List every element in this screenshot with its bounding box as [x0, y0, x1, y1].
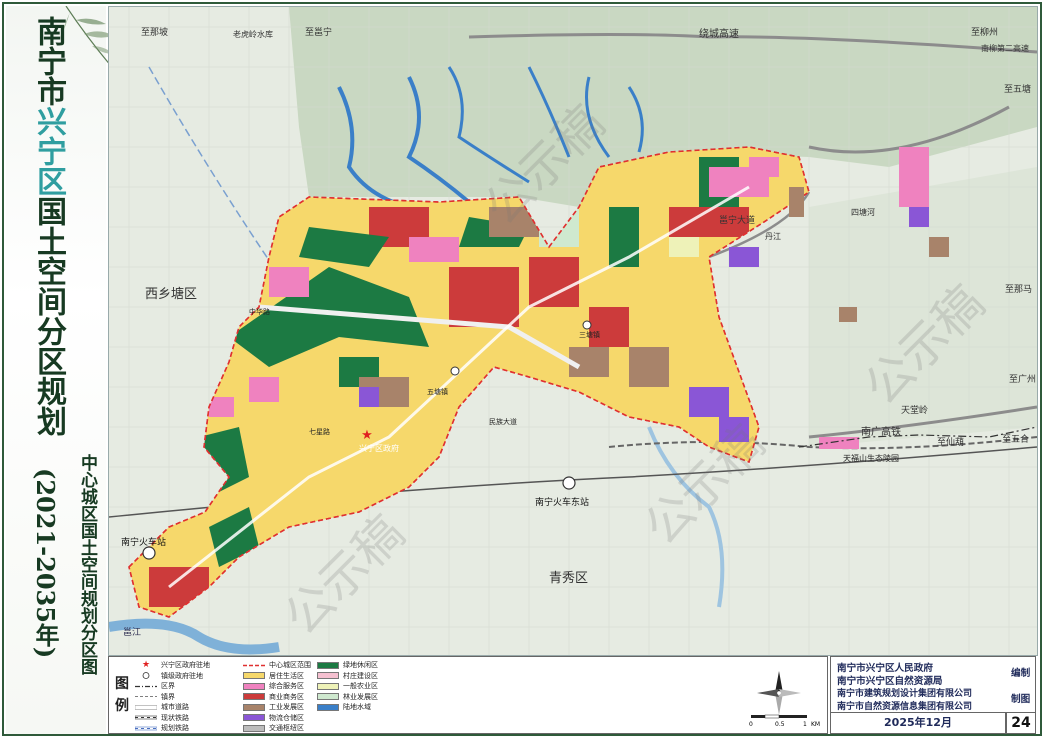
credit-bureau: 南宁市兴宁区自然资源局	[837, 676, 943, 687]
legend-item: 中心城区范围	[243, 660, 311, 671]
legend-item: 交通枢纽区	[243, 723, 311, 734]
road-label-liuzhou: 至柳州	[971, 28, 999, 38]
road-label-nanguang-rail: 南广高铁	[861, 427, 901, 438]
swatch-commercial	[243, 693, 265, 701]
swatch-transport-hub	[243, 724, 265, 732]
nanning-east-station-icon[interactable]	[562, 476, 576, 490]
swatch-residential	[243, 672, 265, 680]
road-label-nanliu: 南柳第二高速	[981, 44, 1029, 53]
title-plan: 国土空间分区规划	[31, 196, 66, 436]
legend-item: 商业商务区	[243, 692, 311, 703]
road-label-wuhe: 至五合	[1002, 435, 1030, 445]
district-boundary-icon	[135, 683, 157, 690]
legend-col-2: 中心城区范围 居住生活区 综合服务区 商业商务区 工业发展区 物流仓储区 交通枢…	[243, 660, 311, 734]
scale-unit: KM	[811, 721, 821, 728]
page-number: 24	[1006, 712, 1036, 734]
map-canvas[interactable]: ★ 西乡塘区 青秀区 至那坡 至邕宁 绕城高速 至柳州 南柳第二高速 至五塘 至…	[108, 6, 1038, 656]
legend-item: 镇级政府驻地	[135, 671, 210, 682]
existing-rail-icon	[134, 714, 158, 721]
credits-panel: 南宁市兴宁区人民政府 南宁市兴宁区自然资源局 南宁市建筑规划设计集团有限公司 南…	[830, 656, 1036, 712]
legend-title: 图例	[115, 676, 129, 714]
scale-05: 0.5	[775, 721, 785, 728]
legend-item: ★ 兴宁区政府驻地	[135, 660, 210, 671]
swatch-forestry	[317, 693, 339, 701]
swatch-public-service	[243, 682, 265, 690]
legend-item: 陆地水域	[317, 702, 378, 713]
legend-item: 城市道路	[134, 702, 210, 713]
credit-gov: 南宁市兴宁区人民政府	[837, 663, 933, 674]
road-label-wutang: 至五塘	[1004, 85, 1032, 95]
label-yongjiang: 邕江	[123, 628, 142, 638]
label-government: 兴宁区政府	[359, 444, 399, 453]
wutang-town-icon[interactable]	[450, 366, 460, 376]
title-district: 兴宁区	[31, 106, 66, 196]
planned-rail-icon	[134, 725, 158, 732]
map-subtitle: 中心城区国土空间规划分区图	[77, 454, 97, 675]
svg-text:★: ★	[361, 428, 373, 443]
city-road-icon	[134, 704, 158, 711]
river-label-sitang: 四塘河	[851, 208, 875, 217]
swatch-green-leisure	[317, 661, 339, 669]
scale-0: 0	[749, 721, 753, 728]
road-label-yongning: 至邕宁	[305, 28, 333, 38]
star-icon: ★	[141, 659, 151, 670]
legend-col-1: ★ 兴宁区政府驻地 镇级政府驻地 区界 镇界 城市道路 现状铁路 规划铁路	[134, 660, 210, 734]
title-city: 南宁市	[31, 16, 66, 106]
credit-role-draw: 制图	[1011, 694, 1031, 705]
town-seat-icon	[135, 672, 157, 680]
label-minzu-avenue: 民族大道	[489, 418, 517, 426]
swatch-village	[317, 672, 339, 680]
road-label-ring: 绕城高速	[699, 29, 739, 40]
road-label-nama: 至那马	[1005, 285, 1033, 295]
road-label-xianhu: 至仙葫	[937, 438, 965, 448]
road-label-napo: 至那坡	[141, 28, 169, 38]
legend-item: 居住生活区	[243, 671, 311, 682]
scale-1: 1	[803, 721, 807, 728]
credit-design-group: 南宁市建筑规划设计集团有限公司	[837, 689, 973, 699]
legend-item: 工业发展区	[243, 702, 311, 713]
date-label: 2025年12月	[830, 712, 1006, 734]
legend-item: 绿地休闲区	[317, 660, 378, 671]
credit-info-group: 南宁市自然资源信息集团有限公司	[837, 702, 973, 712]
swatch-water	[317, 703, 339, 711]
title-sidebar: 南宁市兴宁区国土空间分区规划 (2021-2035年) 中心城区国土空间规划分区…	[6, 6, 114, 734]
legend-item: 镇界	[135, 692, 210, 703]
legend-col-3: 绿地休闲区 村庄建设区 一般农业区 林业发展区 陆地水域	[317, 660, 378, 713]
swatch-logistics	[243, 714, 265, 722]
legend-item: 一般农业区	[317, 681, 378, 692]
main-title: 南宁市兴宁区国土空间分区规划	[22, 16, 66, 436]
nanning-station-icon[interactable]	[142, 546, 156, 560]
label-santang: 三塘镇	[579, 331, 600, 339]
legend-item: 综合服务区	[243, 681, 311, 692]
swatch-agriculture	[317, 682, 339, 690]
legend-item: 区界	[135, 681, 210, 692]
swatch-industrial	[243, 703, 265, 711]
label-zhonghua-road: 中华路	[249, 308, 270, 316]
legend-item: 村庄建设区	[317, 671, 378, 682]
label-qixing-road: 七星路	[309, 428, 330, 436]
title-year: (2021-2035年)	[31, 468, 60, 659]
label-tianfushan: 天福山生态陵园	[843, 454, 899, 463]
reservoir-label: 老虎岭水库	[233, 30, 273, 39]
district-label-qingxiu: 青秀区	[549, 571, 589, 586]
legend-item: 物流仓储区	[243, 713, 311, 724]
credit-role-compile: 编制	[1011, 668, 1031, 679]
legend-item: 规划铁路	[134, 723, 210, 734]
road-label-guangzhou: 至广州	[1009, 375, 1037, 385]
compass-scalebar: 0 0.5 1 KM	[739, 663, 823, 731]
district-label-xixiangtang: 西乡塘区	[145, 287, 198, 302]
central-city-range-icon	[243, 662, 265, 669]
road-label-yongwu: 邕宁大道	[719, 216, 756, 226]
label-wutang: 五塘镇	[427, 388, 448, 396]
legend-item: 林业发展区	[317, 692, 378, 703]
label-nanning-station: 南宁火车站	[121, 538, 167, 548]
town-boundary-icon	[135, 693, 157, 700]
legend-item: 现状铁路	[134, 713, 210, 724]
government-seat-marker[interactable]: ★	[361, 428, 373, 443]
river-label-danjiang: 丹江	[765, 232, 781, 241]
label-nanning-east-station: 南宁火车东站	[535, 498, 590, 508]
legend-panel: 图例 ★ 兴宁区政府驻地 镇级政府驻地 区界 镇界 城市道路 现状铁路 规划铁路 …	[108, 656, 828, 734]
santang-town-icon[interactable]	[582, 320, 592, 330]
